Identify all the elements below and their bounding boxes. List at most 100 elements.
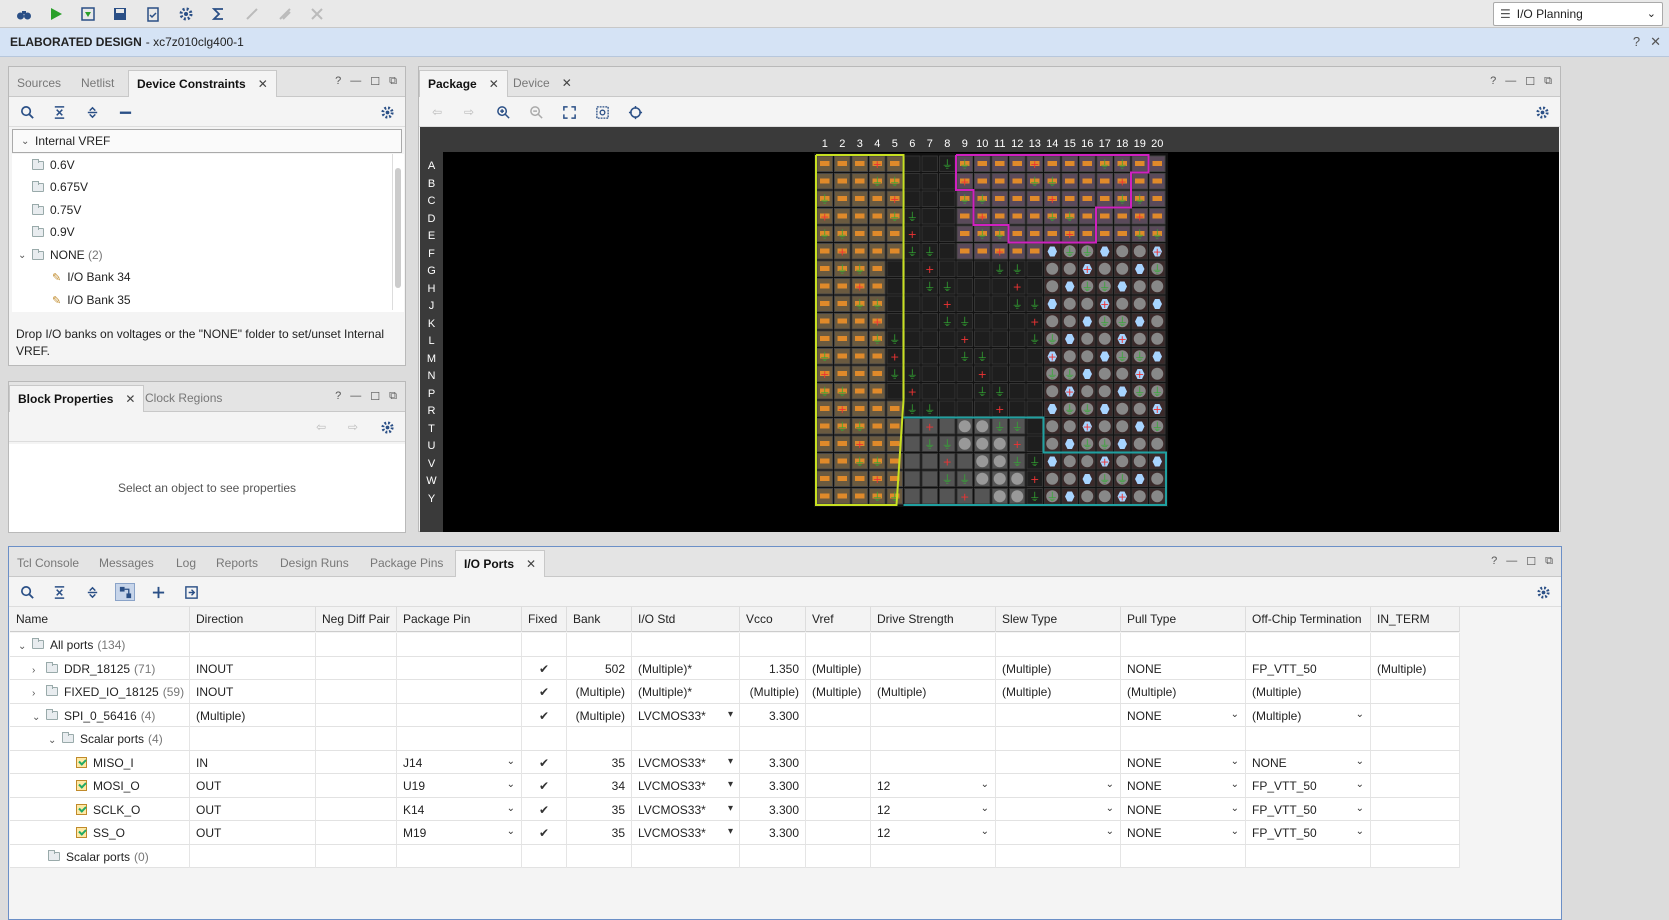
package-pin[interactable] [1149, 155, 1166, 172]
tab-messages[interactable]: Messages [91, 550, 162, 577]
maximize-icon[interactable]: ☐ [1526, 555, 1536, 568]
package-pin[interactable] [939, 488, 956, 505]
package-pin[interactable] [939, 260, 956, 277]
package-pin[interactable] [991, 313, 1008, 330]
package-pin[interactable]: ⏚ [1044, 330, 1061, 347]
package-pin[interactable] [939, 400, 956, 417]
package-pin[interactable]: ⏚ [1131, 383, 1148, 400]
package-pin[interactable] [1114, 383, 1131, 400]
column-header-vref[interactable]: Vref [806, 607, 871, 632]
package-pin[interactable] [816, 470, 833, 487]
column-header-name[interactable]: Name [10, 607, 190, 632]
package-pin[interactable]: ⏚ [869, 330, 886, 347]
package-pin[interactable]: + [956, 488, 973, 505]
package-pin[interactable] [816, 488, 833, 505]
package-pin[interactable] [1114, 435, 1131, 452]
zoom-in-icon[interactable] [493, 103, 513, 121]
package-pin[interactable]: ⏚ [956, 348, 973, 365]
chevron-down-icon[interactable]: ⌄ [1231, 779, 1239, 790]
package-pin[interactable] [1061, 295, 1078, 312]
package-pin[interactable]: + [1026, 155, 1043, 172]
package-pin[interactable]: ⏚ [1061, 208, 1078, 225]
cell-term[interactable]: FP_VTT_50 ⌄ [1246, 774, 1371, 797]
package-pin[interactable] [974, 453, 991, 470]
package-pin[interactable]: ⏚ [851, 418, 868, 435]
package-pin[interactable] [1044, 418, 1061, 435]
package-pin[interactable]: + [1114, 488, 1131, 505]
package-pin[interactable] [1079, 330, 1096, 347]
package-pin[interactable] [851, 383, 868, 400]
package-pin[interactable]: ⏚ [1061, 365, 1078, 382]
minimize-icon[interactable]: — [350, 390, 361, 403]
package-pin[interactable] [1044, 313, 1061, 330]
package-pin[interactable] [1149, 348, 1166, 365]
package-pin[interactable] [1044, 225, 1061, 242]
collapse-all-icon[interactable] [49, 103, 69, 121]
package-pin[interactable] [834, 155, 851, 172]
package-pin[interactable] [904, 295, 921, 312]
package-pin[interactable] [1061, 488, 1078, 505]
package-pin[interactable] [1096, 243, 1113, 260]
package-pin[interactable] [1131, 278, 1148, 295]
package-pin[interactable] [956, 453, 973, 470]
package-pin[interactable] [974, 155, 991, 172]
package-pin[interactable]: ⏚ [869, 488, 886, 505]
package-pin[interactable] [1009, 348, 1026, 365]
package-pin[interactable] [1061, 260, 1078, 277]
package-pin[interactable] [1079, 295, 1096, 312]
run-icon[interactable] [43, 3, 69, 25]
close-icon[interactable]: ✕ [562, 76, 572, 90]
package-pin[interactable] [1149, 330, 1166, 347]
package-pin[interactable]: ⏚ [816, 383, 833, 400]
package-pin[interactable] [1131, 488, 1148, 505]
package-pin[interactable]: + [834, 243, 851, 260]
close-icon[interactable]: ✕ [125, 392, 135, 406]
package-pin[interactable]: ⏚ [886, 488, 903, 505]
package-pin[interactable] [1131, 295, 1148, 312]
package-pin[interactable] [991, 173, 1008, 190]
package-pin[interactable] [956, 225, 973, 242]
cell-iostd[interactable]: LVCMOS33* ▾ [632, 750, 740, 774]
package-pin[interactable] [939, 365, 956, 382]
package-pin[interactable] [1079, 453, 1096, 470]
maximize-icon[interactable]: ☐ [370, 390, 380, 403]
package-pin[interactable] [834, 365, 851, 382]
table-row[interactable]: › DDR_18125 (71) INOUT ✔ 502 (Multiple)* 1.350(… [10, 656, 1460, 680]
package-pin[interactable] [974, 313, 991, 330]
package-pin[interactable]: ⏚ [1044, 365, 1061, 382]
package-pin[interactable]: ⏚ [1009, 260, 1026, 277]
package-pin[interactable] [991, 348, 1008, 365]
binoculars-icon[interactable] [11, 3, 37, 25]
package-pin[interactable] [1009, 313, 1026, 330]
package-pin[interactable]: ⏚ [869, 295, 886, 312]
package-pin[interactable] [991, 365, 1008, 382]
package-pin[interactable] [851, 470, 868, 487]
package-pin[interactable]: ⏚ [956, 313, 973, 330]
package-pin[interactable] [1079, 208, 1096, 225]
package-pin[interactable] [834, 208, 851, 225]
package-pin[interactable] [1149, 488, 1166, 505]
package-pin[interactable]: ⏚ [1026, 330, 1043, 347]
cell-pull[interactable]: NONE ⌄ [1121, 797, 1246, 821]
package-pin[interactable] [956, 208, 973, 225]
package-pin[interactable] [851, 225, 868, 242]
tree-item-0.9v[interactable]: 0.9V [32, 221, 75, 243]
package-pin[interactable]: + [1114, 173, 1131, 190]
package-pin[interactable]: ⏚ [816, 190, 833, 207]
tab-device-constraints[interactable]: Device Constraints ✕ [128, 70, 277, 97]
chevron-down-icon[interactable]: ▾ [728, 826, 733, 837]
package-pin[interactable]: ⏚ [1026, 295, 1043, 312]
package-pin[interactable] [851, 243, 868, 260]
cell-term[interactable]: FP_VTT_50 ⌄ [1246, 821, 1371, 844]
package-pin[interactable] [834, 313, 851, 330]
package-pin[interactable] [921, 190, 938, 207]
package-pin[interactable] [1079, 348, 1096, 365]
package-pin[interactable] [869, 208, 886, 225]
package-pin[interactable] [869, 400, 886, 417]
package-pin[interactable] [1096, 348, 1113, 365]
cell-pull[interactable]: NONE ⌄ [1121, 821, 1246, 844]
package-pin[interactable] [1044, 435, 1061, 452]
expand-all-icon[interactable] [82, 583, 102, 601]
search-icon[interactable] [17, 583, 37, 601]
column-header-drive-strength[interactable]: Drive Strength [871, 607, 996, 632]
